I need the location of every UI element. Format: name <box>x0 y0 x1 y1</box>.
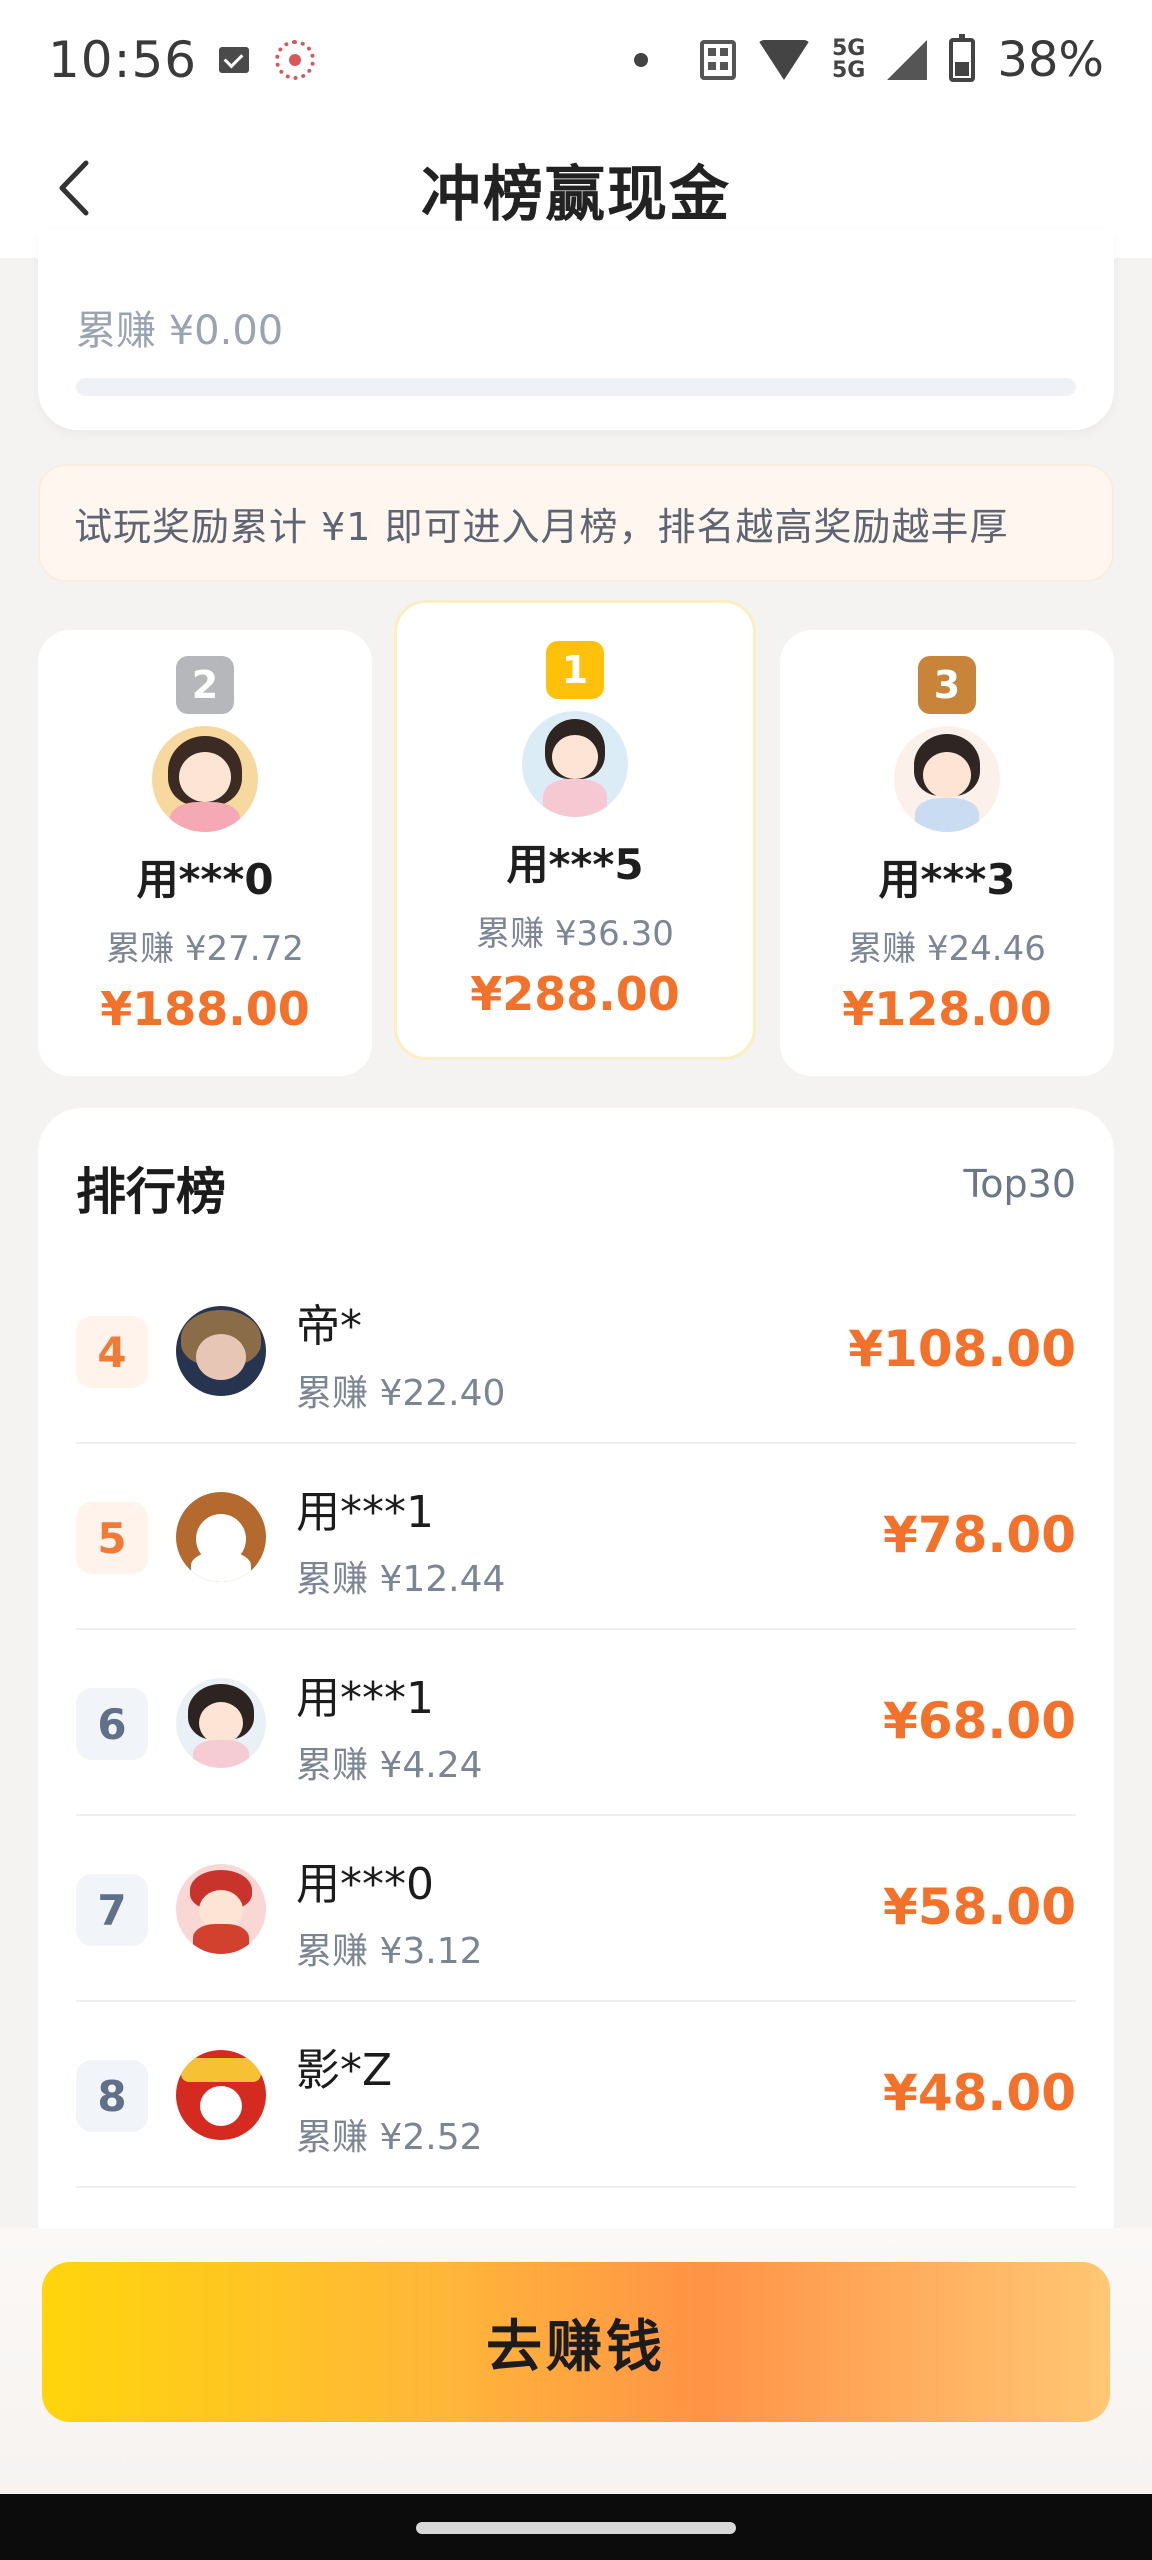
status-bar: 10:56 5G 5G 38% <box>0 0 1152 120</box>
podium-prize: ¥188.00 <box>100 982 310 1036</box>
row-earned: 累赚 ¥3.12 <box>296 1931 483 1972</box>
rank-badge: 3 <box>918 656 976 714</box>
podium-second[interactable]: 2 用***0 累赚 ¥27.72 ¥188.00 <box>38 630 372 1076</box>
podium-name: 用***0 <box>136 855 274 904</box>
rules-notice: 试玩奖励累计 ¥1 即可进入月榜，排名越高奖励越丰厚 <box>38 464 1114 582</box>
row-prize: ¥48.00 <box>883 2064 1076 2122</box>
avatar <box>176 1492 266 1582</box>
ranking-row[interactable]: 8 影*Z 累赚 ¥2.52 ¥48.00 <box>76 2002 1076 2188</box>
row-earned: 累赚 ¥4.24 <box>296 1745 483 1786</box>
podium-name: 用***3 <box>878 855 1016 904</box>
row-name: 影*Z <box>296 2045 393 2096</box>
row-prize: ¥68.00 <box>883 1692 1076 1750</box>
ranking-row[interactable]: 6 用***1 累赚 ¥4.24 ¥68.00 <box>76 1630 1076 1816</box>
podium-earned: 累赚 ¥27.72 <box>106 929 304 969</box>
go-earn-button[interactable]: 去赚钱 <box>42 2262 1110 2422</box>
nfc-icon <box>699 40 736 80</box>
podium-prize: ¥288.00 <box>470 967 680 1021</box>
ranking-scope: Top30 <box>963 1162 1076 1206</box>
row-rank: 4 <box>76 1316 148 1388</box>
podium-prize: ¥128.00 <box>842 982 1052 1036</box>
avatar <box>894 726 1000 832</box>
podium-first[interactable]: 1 用***5 累赚 ¥36.30 ¥288.00 <box>394 600 756 1060</box>
row-name: 用***0 <box>296 1859 434 1910</box>
row-rank: 5 <box>76 1502 148 1574</box>
row-rank: 6 <box>76 1688 148 1760</box>
status-time: 10:56 <box>48 31 198 89</box>
ranking-row[interactable]: 7 用***0 累赚 ¥3.12 ¥58.00 <box>76 1816 1076 2002</box>
row-earned: 累赚 ¥2.52 <box>296 2117 483 2158</box>
network-type: 5G 5G <box>831 36 866 83</box>
mail-notification-icon <box>219 47 250 73</box>
avatar <box>152 726 258 832</box>
notice-text: 试玩奖励累计 ¥1 即可进入月榜，排名越高奖励越丰厚 <box>74 504 1009 549</box>
signal-icon <box>887 40 928 80</box>
row-prize: ¥58.00 <box>883 1878 1076 1936</box>
ranking-row[interactable]: 4 帝* 累赚 ¥22.40 ¥108.00 <box>76 1258 1076 1444</box>
system-nav-bar <box>0 2494 1152 2560</box>
avatar <box>176 2050 266 2140</box>
podium-earned: 累赚 ¥36.30 <box>476 914 674 954</box>
status-system-icons: 5G 5G 38% <box>633 32 1104 88</box>
my-earned-amount: 累赚 ¥0.00 <box>76 308 284 354</box>
avatar <box>176 1306 266 1396</box>
rank-badge: 1 <box>546 641 604 699</box>
podium-earned: 累赚 ¥24.46 <box>848 929 1046 969</box>
podium-name: 用***5 <box>506 840 644 889</box>
app-notification-icon <box>275 40 316 80</box>
podium-third[interactable]: 3 用***3 累赚 ¥24.46 ¥128.00 <box>780 630 1114 1076</box>
row-name: 用***1 <box>296 1673 434 1724</box>
back-button[interactable] <box>44 158 104 218</box>
page-title: 冲榜赢现金 <box>421 159 731 230</box>
earnings-progress-bar <box>76 378 1076 396</box>
avatar <box>176 1678 266 1768</box>
row-rank: 8 <box>76 2060 148 2132</box>
row-earned: 累赚 ¥12.44 <box>296 1559 506 1600</box>
battery-icon <box>949 34 976 82</box>
ranking-row-partial[interactable] <box>76 2188 1076 2228</box>
battery-percent: 38% <box>997 32 1104 88</box>
avatar <box>522 711 628 817</box>
dot-icon <box>633 53 648 67</box>
row-earned: 累赚 ¥22.40 <box>296 1373 506 1414</box>
my-earnings-card: 累赚 ¥0.00 <box>38 230 1114 430</box>
ranking-title: 排行榜 <box>76 1163 226 1221</box>
status-notification-icons <box>219 40 316 80</box>
row-name: 帝* <box>296 1301 362 1352</box>
row-prize: ¥108.00 <box>848 1320 1076 1378</box>
ranking-row[interactable]: 5 用***1 累赚 ¥12.44 ¥78.00 <box>76 1444 1076 1630</box>
home-indicator[interactable] <box>416 2522 736 2534</box>
bottom-action-area: 去赚钱 <box>0 2228 1152 2494</box>
chevron-left-icon <box>59 160 89 216</box>
row-name: 用***1 <box>296 1487 434 1538</box>
avatar <box>176 1864 266 1954</box>
wifi-icon <box>757 40 810 80</box>
ranking-list: 排行榜 Top30 4 帝* 累赚 ¥22.40 ¥108.00 5 用***1… <box>38 1108 1114 2228</box>
row-prize: ¥78.00 <box>883 1506 1076 1564</box>
row-rank: 7 <box>76 1874 148 1946</box>
rank-badge: 2 <box>176 656 234 714</box>
